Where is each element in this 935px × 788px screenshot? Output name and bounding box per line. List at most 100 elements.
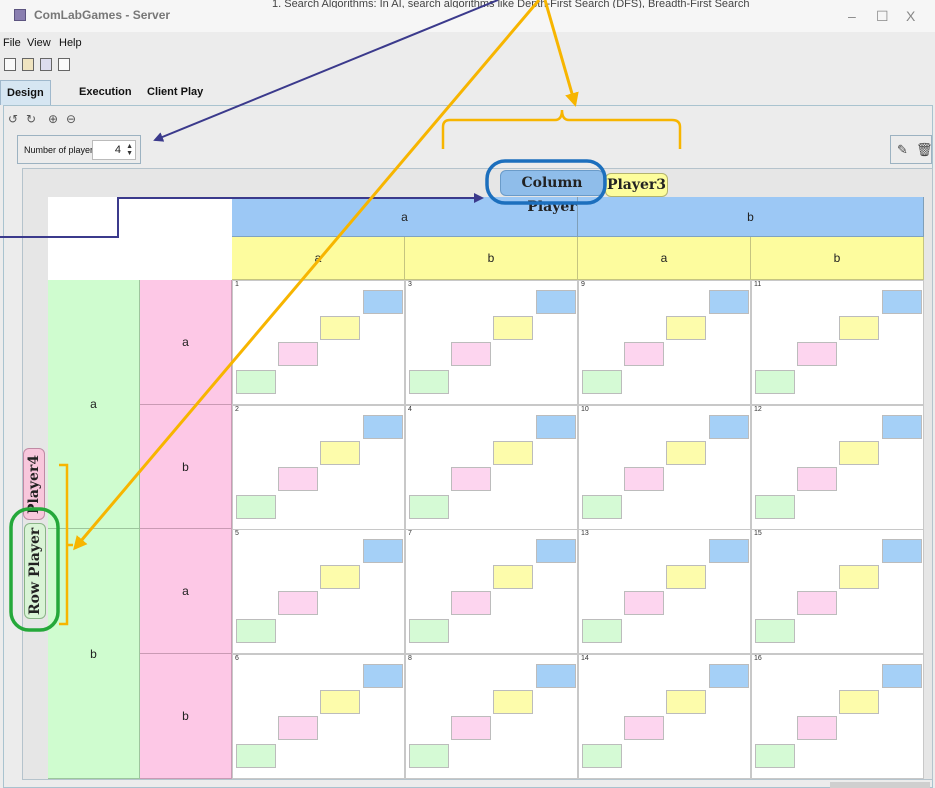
- player4-payoff-box[interactable]: [624, 467, 664, 491]
- player4-payoff-box[interactable]: [797, 716, 837, 740]
- zoom-out-icon[interactable]: ⊖: [64, 112, 78, 126]
- player4-payoff-box[interactable]: [797, 342, 837, 366]
- player3-payoff-box[interactable]: [666, 690, 706, 714]
- player3-payoff-box[interactable]: [839, 316, 879, 340]
- payoff-cell[interactable]: 16: [751, 654, 924, 779]
- row-player-payoff-box[interactable]: [755, 495, 795, 519]
- player4-payoff-box[interactable]: [624, 716, 664, 740]
- player3-payoff-box[interactable]: [666, 316, 706, 340]
- menu-view[interactable]: View: [27, 37, 51, 49]
- player4-payoff-box[interactable]: [451, 342, 491, 366]
- player3-payoff-box[interactable]: [839, 690, 879, 714]
- column-player-payoff-box[interactable]: [363, 539, 403, 563]
- payoff-cell[interactable]: 13: [578, 529, 751, 654]
- row-player-payoff-box[interactable]: [236, 619, 276, 643]
- player4-button[interactable]: Player4: [23, 448, 45, 520]
- trash-icon[interactable]: 🗑: [916, 142, 933, 158]
- column-player-payoff-box[interactable]: [709, 539, 749, 563]
- payoff-cell[interactable]: 14: [578, 654, 751, 779]
- payoff-cell[interactable]: 6: [232, 654, 405, 779]
- player3-payoff-box[interactable]: [493, 441, 533, 465]
- row-subheader-b-b[interactable]: b: [140, 654, 232, 779]
- row-player-payoff-box[interactable]: [236, 495, 276, 519]
- column-player-payoff-box[interactable]: [709, 664, 749, 688]
- save-icon[interactable]: [40, 58, 52, 71]
- player3-payoff-box[interactable]: [320, 690, 360, 714]
- player4-payoff-box[interactable]: [451, 716, 491, 740]
- row-header-b[interactable]: b: [48, 529, 140, 779]
- player4-payoff-box[interactable]: [451, 591, 491, 615]
- col-header-a[interactable]: a: [232, 197, 578, 237]
- menu-help[interactable]: Help: [59, 37, 82, 49]
- column-player-payoff-box[interactable]: [536, 415, 576, 439]
- payoff-cell[interactable]: 8: [405, 654, 578, 779]
- row-player-button[interactable]: Row Player: [24, 523, 46, 619]
- payoff-cell[interactable]: 9: [578, 280, 751, 405]
- number-of-players-value[interactable]: 4: [97, 144, 121, 156]
- payoff-cell[interactable]: 11: [751, 280, 924, 405]
- row-player-payoff-box[interactable]: [236, 370, 276, 394]
- payoff-cell[interactable]: 5: [232, 529, 405, 654]
- player3-payoff-box[interactable]: [320, 316, 360, 340]
- player3-payoff-box[interactable]: [493, 690, 533, 714]
- column-player-payoff-box[interactable]: [536, 539, 576, 563]
- payoff-cell[interactable]: 15: [751, 529, 924, 654]
- player4-payoff-box[interactable]: [451, 467, 491, 491]
- player4-payoff-box[interactable]: [278, 591, 318, 615]
- row-player-payoff-box[interactable]: [582, 744, 622, 768]
- column-player-payoff-box[interactable]: [709, 415, 749, 439]
- column-player-payoff-box[interactable]: [363, 664, 403, 688]
- redo-icon[interactable]: ↻: [24, 112, 38, 126]
- payoff-cell[interactable]: 12: [751, 405, 924, 530]
- menu-file[interactable]: File: [3, 37, 21, 49]
- tab-design[interactable]: Design: [0, 80, 51, 105]
- payoff-cell[interactable]: 1: [232, 280, 405, 405]
- number-of-players-spinner[interactable]: 4 ▲ ▼: [92, 140, 136, 160]
- payoff-cell[interactable]: 2: [232, 405, 405, 530]
- zoom-in-icon[interactable]: ⊕: [46, 112, 60, 126]
- row-player-payoff-box[interactable]: [755, 619, 795, 643]
- player4-payoff-box[interactable]: [624, 342, 664, 366]
- player3-payoff-box[interactable]: [839, 441, 879, 465]
- column-player-payoff-box[interactable]: [882, 664, 922, 688]
- maximize-button[interactable]: ☐: [876, 8, 889, 25]
- column-player-payoff-box[interactable]: [882, 290, 922, 314]
- col-subheader-b-b[interactable]: b: [751, 237, 924, 280]
- player3-payoff-box[interactable]: [666, 441, 706, 465]
- col-subheader-a-a[interactable]: a: [232, 237, 405, 280]
- column-player-payoff-box[interactable]: [709, 290, 749, 314]
- clipboard-icon[interactable]: [58, 58, 70, 71]
- payoff-cell[interactable]: 4: [405, 405, 578, 530]
- tab-execution[interactable]: Execution: [73, 80, 138, 105]
- player3-payoff-box[interactable]: [493, 316, 533, 340]
- player3-payoff-box[interactable]: [493, 565, 533, 589]
- player4-payoff-box[interactable]: [278, 342, 318, 366]
- spinner-arrows-icon[interactable]: ▲ ▼: [126, 143, 133, 157]
- column-player-payoff-box[interactable]: [536, 290, 576, 314]
- player3-payoff-box[interactable]: [320, 565, 360, 589]
- undo-icon[interactable]: ↺: [6, 112, 20, 126]
- player4-payoff-box[interactable]: [278, 467, 318, 491]
- row-subheader-a-a[interactable]: a: [140, 280, 232, 405]
- row-player-payoff-box[interactable]: [582, 495, 622, 519]
- col-header-b[interactable]: b: [578, 197, 924, 237]
- row-player-payoff-box[interactable]: [582, 619, 622, 643]
- column-player-payoff-box[interactable]: [363, 290, 403, 314]
- player3-payoff-box[interactable]: [320, 441, 360, 465]
- player4-payoff-box[interactable]: [624, 591, 664, 615]
- row-player-payoff-box[interactable]: [409, 495, 449, 519]
- column-player-payoff-box[interactable]: [882, 415, 922, 439]
- close-button[interactable]: X: [906, 8, 915, 24]
- row-player-payoff-box[interactable]: [236, 744, 276, 768]
- payoff-cell[interactable]: 3: [405, 280, 578, 405]
- column-player-payoff-box[interactable]: [363, 415, 403, 439]
- row-subheader-b-a[interactable]: a: [140, 529, 232, 654]
- row-player-payoff-box[interactable]: [409, 744, 449, 768]
- row-player-payoff-box[interactable]: [582, 370, 622, 394]
- open-folder-icon[interactable]: [22, 58, 34, 71]
- player4-payoff-box[interactable]: [797, 467, 837, 491]
- player3-payoff-box[interactable]: [839, 565, 879, 589]
- col-subheader-a-b[interactable]: b: [405, 237, 578, 280]
- minimize-button[interactable]: –: [848, 8, 856, 24]
- row-header-a[interactable]: a: [48, 280, 140, 529]
